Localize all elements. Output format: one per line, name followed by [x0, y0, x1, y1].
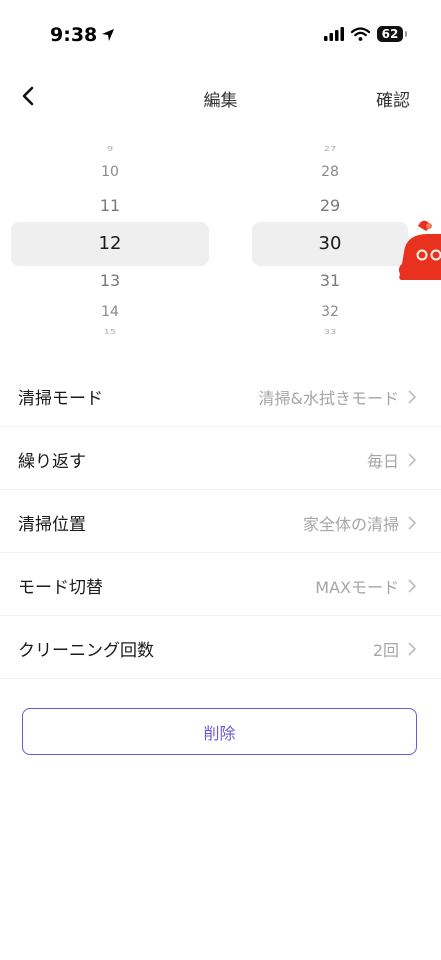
hour-wheel[interactable]: 9 10 11 12 13 14 15: [32, 140, 188, 345]
page-title: 編集: [203, 91, 238, 111]
time-text: 9:38: [50, 24, 98, 46]
minute-option[interactable]: 33: [252, 329, 408, 337]
hour-option[interactable]: 11: [32, 196, 188, 215]
setting-value: MAXモード: [315, 574, 417, 598]
minute-wheel[interactable]: 27 28 29 30 31 32 33: [252, 140, 408, 345]
minute-option[interactable]: 28: [252, 164, 408, 180]
minute-option[interactable]: 32: [252, 304, 408, 320]
nav-bar: 編集 確認: [0, 78, 441, 114]
setting-row-repeat[interactable]: 繰り返す 毎日: [0, 427, 441, 490]
hour-option[interactable]: 10: [32, 164, 188, 180]
mascot-icon[interactable]: [398, 218, 441, 286]
setting-row-cleaning-count[interactable]: クリーニング回数 2回: [0, 616, 441, 679]
setting-label: 清掃位置: [18, 515, 86, 535]
setting-value: 家全体の清掃: [303, 511, 417, 535]
setting-label: モード切替: [18, 578, 103, 598]
minute-option[interactable]: 27: [252, 146, 408, 154]
setting-label: 清掃モード: [18, 389, 103, 409]
setting-value-text: 清掃&水拭きモード: [258, 389, 399, 408]
setting-label: クリーニング回数: [18, 641, 154, 661]
battery-level: 62: [381, 27, 399, 41]
setting-value-text: 家全体の清掃: [302, 515, 399, 534]
status-bar: 9:38 62: [0, 0, 441, 70]
chevron-right-icon: [408, 642, 417, 656]
hour-option[interactable]: 9: [32, 146, 188, 154]
hour-option[interactable]: 13: [32, 271, 188, 290]
setting-row-cleaning-location[interactable]: 清掃位置 家全体の清掃: [0, 490, 441, 553]
setting-value-text: 毎日: [366, 452, 399, 471]
signal-icon: [324, 27, 344, 41]
chevron-right-icon: [408, 516, 417, 530]
setting-value-text: 2回: [372, 641, 399, 660]
setting-row-cleaning-mode[interactable]: 清掃モード 清掃&水拭きモード: [0, 364, 441, 427]
location-arrow-icon: [102, 29, 115, 41]
chevron-right-icon: [408, 390, 417, 404]
time-picker: 9 10 11 12 13 14 15 27 28 29 30 31 32 33: [0, 140, 441, 345]
confirm-button[interactable]: 確認: [376, 86, 410, 111]
wifi-icon: [351, 27, 370, 41]
delete-button[interactable]: 削除: [22, 708, 417, 755]
status-time: 9:38: [50, 24, 115, 46]
hour-option[interactable]: 14: [32, 304, 188, 320]
chevron-right-icon: [408, 453, 417, 467]
battery-icon: 62: [377, 26, 407, 42]
setting-value: 毎日: [367, 448, 417, 472]
minute-option[interactable]: 29: [252, 196, 408, 215]
minute-option-selected[interactable]: 30: [252, 233, 408, 254]
chevron-right-icon: [408, 579, 417, 593]
status-icons: 62: [324, 26, 407, 42]
hour-option-selected[interactable]: 12: [32, 233, 188, 254]
hour-option[interactable]: 15: [32, 329, 188, 337]
setting-row-mode-switch[interactable]: モード切替 MAXモード: [0, 553, 441, 616]
settings-list: 清掃モード 清掃&水拭きモード 繰り返す 毎日 清掃位置 家全体の清掃 モード切…: [0, 364, 441, 679]
setting-value-text: MAXモード: [315, 578, 399, 597]
setting-value: 清掃&水拭きモード: [259, 385, 417, 409]
minute-option[interactable]: 31: [252, 271, 408, 290]
setting-value: 2回: [373, 637, 417, 661]
setting-label: 繰り返す: [18, 452, 86, 472]
